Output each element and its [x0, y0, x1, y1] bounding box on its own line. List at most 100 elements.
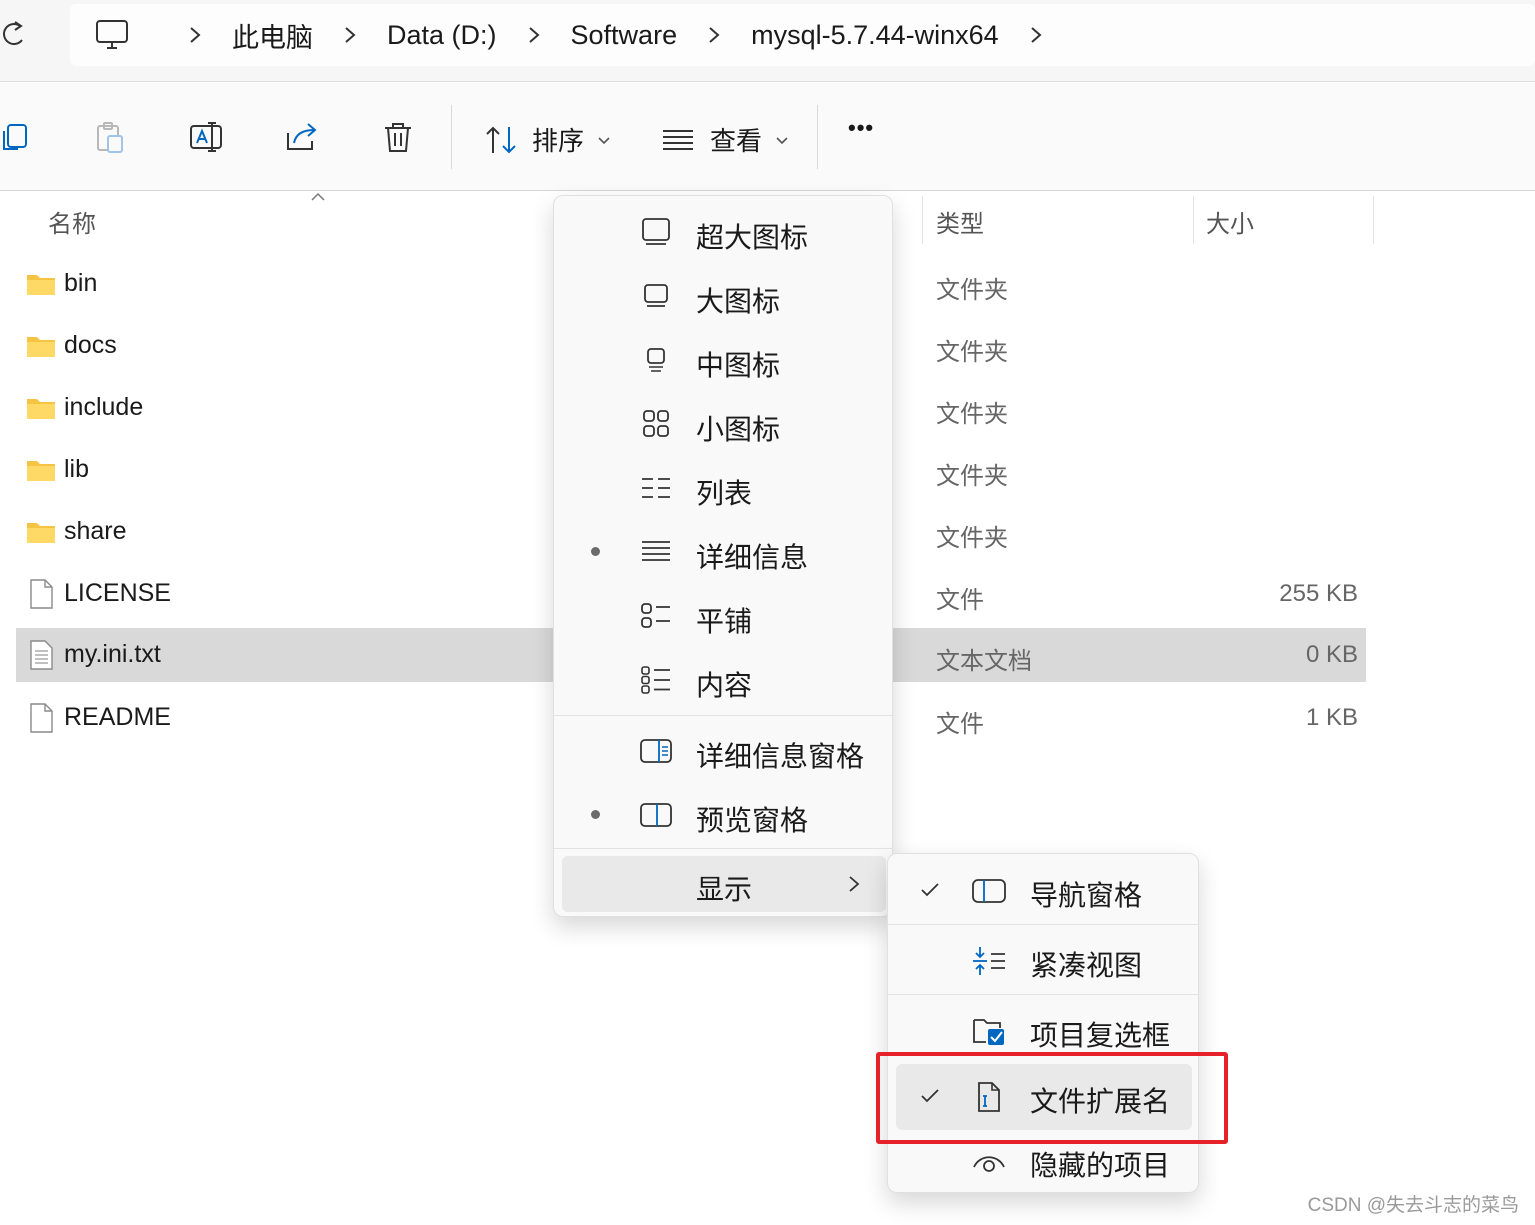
menu-item-preview-pane[interactable]: 预览窗格	[554, 783, 892, 847]
list-icon	[642, 478, 670, 498]
chevron-right-icon	[709, 27, 720, 43]
column-header-size[interactable]: 大小	[1206, 204, 1254, 239]
file-type: 文件夹	[936, 339, 1008, 366]
file-size: 1 KB	[1305, 704, 1358, 731]
chevron-right-icon	[849, 876, 860, 892]
copy-icon[interactable]	[0, 119, 36, 155]
file-name: README	[64, 703, 171, 731]
breadcrumb[interactable]: 此电脑 Data (D:) Software mysql-5.7.44-winx…	[70, 4, 1535, 66]
menu-separator	[554, 848, 892, 849]
menu-item-label: 平铺	[696, 606, 753, 637]
file-size: 255 KB	[1279, 580, 1358, 607]
breadcrumb-software[interactable]: Software	[571, 20, 678, 51]
file-name: lib	[64, 455, 90, 483]
menu-item-show[interactable]: 显示	[562, 856, 886, 912]
column-header-name[interactable]: 名称	[48, 204, 96, 239]
menu-item-medium-icons[interactable]: 中图标	[554, 328, 892, 392]
file-name: bin	[64, 269, 98, 297]
menu-item-label: 小图标	[696, 414, 781, 445]
menu-item-small-icons[interactable]: 小图标	[554, 392, 892, 456]
chevron-down-icon	[776, 136, 788, 144]
share-icon[interactable]	[284, 119, 320, 155]
sort-button[interactable]: 排序	[484, 121, 610, 158]
menu-item-list[interactable]: 列表	[554, 456, 892, 520]
file-name: my.ini.txt	[64, 640, 161, 668]
checkmark-icon	[921, 883, 939, 897]
file-icon	[30, 703, 53, 733]
file-type: 文件夹	[936, 401, 1008, 428]
menu-item-label: 中图标	[696, 350, 781, 381]
submenu-item-label: 导航窗格	[1030, 880, 1143, 911]
toolbar-divider	[451, 105, 452, 169]
column-divider[interactable]	[1193, 196, 1194, 244]
menu-item-label: 详细信息窗格	[696, 741, 865, 772]
extra-large-icons-icon	[642, 218, 670, 245]
menu-item-details-pane[interactable]: 详细信息窗格	[554, 719, 892, 783]
menu-separator	[888, 994, 1198, 995]
chevron-right-icon[interactable]	[1029, 25, 1043, 45]
menu-item-label: 超大图标	[696, 222, 809, 253]
this-pc-icon[interactable]	[94, 17, 130, 53]
file-name: include	[64, 393, 144, 421]
file-size: 0 KB	[1305, 641, 1358, 668]
menu-item-label: 内容	[696, 670, 753, 701]
item-checkbox-icon	[973, 1019, 1004, 1045]
view-label: 查看	[710, 126, 763, 156]
file-type: 文本文档	[936, 648, 1032, 675]
chevron-right-icon	[190, 27, 201, 43]
medium-icons-icon	[647, 348, 665, 372]
small-icons-icon	[643, 410, 669, 437]
folder-icon	[27, 275, 55, 295]
menu-item-details[interactable]: 详细信息	[554, 520, 892, 584]
file-name: LICENSE	[64, 579, 171, 607]
toolbar-divider	[817, 105, 818, 169]
folder-icon	[27, 523, 55, 543]
preview-pane-icon	[640, 803, 672, 827]
selected-bullet-icon	[591, 547, 600, 556]
menu-item-label: 显示	[696, 874, 753, 905]
view-button[interactable]: 查看	[662, 121, 788, 158]
submenu-item-label: 隐藏的项目	[1030, 1150, 1171, 1181]
folder-icon	[27, 337, 55, 357]
compact-view-icon	[973, 947, 1005, 975]
file-name: docs	[64, 331, 117, 359]
more-options-button[interactable]: •••	[848, 115, 874, 141]
view-menu: 超大图标 大图标 中图标 小图标 列表 详细信息 平铺 内容 详细信息窗格 预览…	[553, 195, 893, 917]
large-icons-icon	[644, 284, 668, 307]
menu-item-large-icons[interactable]: 大图标	[554, 264, 892, 328]
paste-icon[interactable]	[92, 119, 128, 155]
breadcrumb-mysql-folder[interactable]: mysql-5.7.44-winx64	[751, 20, 999, 51]
rename-icon[interactable]	[188, 119, 224, 155]
menu-item-label: 列表	[696, 478, 753, 509]
submenu-item-label: 项目复选框	[1030, 1020, 1171, 1051]
refresh-icon[interactable]	[0, 18, 30, 48]
breadcrumb-data-drive[interactable]: Data (D:)	[387, 20, 497, 51]
column-divider[interactable]	[1373, 196, 1374, 244]
delete-icon[interactable]	[380, 119, 416, 155]
menu-item-extra-large-icons[interactable]: 超大图标	[554, 200, 892, 264]
column-header-type[interactable]: 类型	[936, 204, 984, 239]
submenu-item-compact-view[interactable]: 紧凑视图	[888, 928, 1198, 994]
tiles-icon	[641, 603, 670, 628]
file-name: share	[64, 517, 127, 545]
file-icon	[30, 579, 53, 609]
column-divider[interactable]	[922, 196, 923, 244]
submenu-item-navigation-pane[interactable]: 导航窗格	[888, 858, 1198, 924]
text-document-icon	[30, 640, 53, 670]
menu-item-label: 详细信息	[696, 542, 809, 573]
navigation-pane-icon	[972, 879, 1006, 903]
details-icon	[642, 541, 670, 561]
menu-item-label: 预览窗格	[696, 805, 809, 836]
command-bar: 排序 查看 •••	[0, 83, 1535, 191]
hidden-items-icon	[973, 1156, 1005, 1172]
menu-item-tiles[interactable]: 平铺	[554, 584, 892, 648]
menu-separator	[888, 924, 1198, 925]
file-type: 文件	[936, 711, 984, 738]
sort-ascending-icon	[311, 192, 325, 201]
view-lines-icon	[663, 129, 693, 150]
breadcrumb-this-pc[interactable]: 此电脑	[232, 16, 313, 55]
menu-item-content[interactable]: 内容	[554, 648, 892, 712]
menu-separator	[554, 715, 892, 716]
file-type: 文件夹	[936, 525, 1008, 552]
chevron-down-icon	[598, 136, 610, 144]
